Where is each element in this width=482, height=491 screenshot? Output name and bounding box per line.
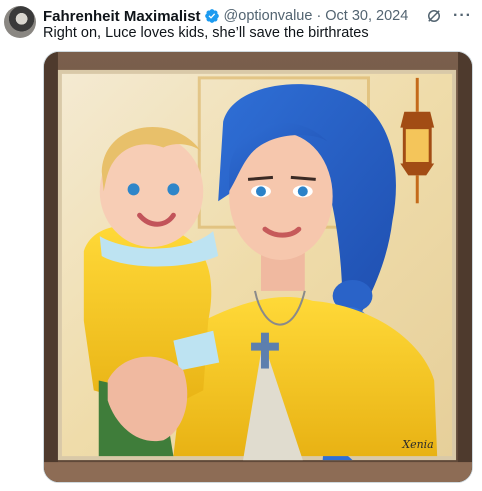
separator-dot: · [316, 8, 322, 24]
author-handle[interactable]: @optionvalue [224, 8, 313, 24]
tweet-header: Fahrenheit Maximalist @optionvalue · Oct… [43, 6, 472, 26]
tweet-image[interactable]: Xenia [43, 51, 473, 483]
author-name[interactable]: Fahrenheit Maximalist [43, 8, 201, 25]
more-icon[interactable]: ··· [453, 7, 472, 25]
grok-icon[interactable] [425, 7, 443, 25]
tweet-text: Right on, Luce loves kids, she’ll save t… [43, 25, 369, 41]
avatar[interactable] [4, 6, 36, 38]
tweet-date[interactable]: Oct 30, 2024 [325, 8, 408, 24]
signature: Xenia [401, 438, 433, 451]
tweet[interactable]: Fahrenheit Maximalist @optionvalue · Oct… [0, 0, 482, 491]
verified-badge-icon [204, 8, 220, 24]
